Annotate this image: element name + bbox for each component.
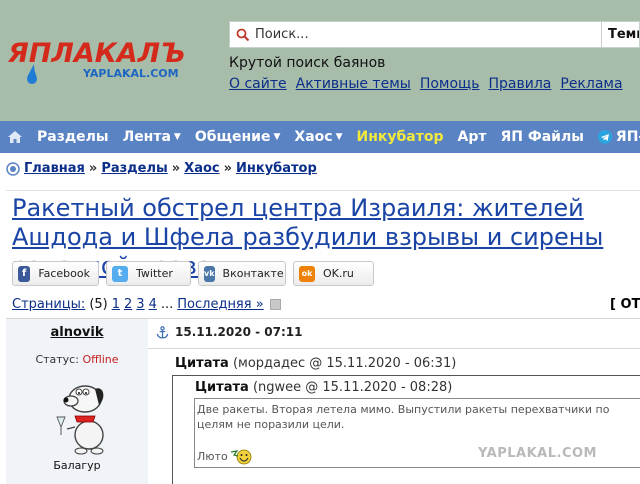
breadcrumb-incubator[interactable]: Инкубатор	[236, 161, 317, 176]
quote-meta: (ngwee @ 15.11.2020 - 08:28)	[252, 380, 453, 395]
quote-label: Цитата	[175, 356, 229, 371]
search-scope-select[interactable]: Темы	[601, 22, 639, 47]
caret-down-icon: ▼	[335, 132, 343, 142]
share-label: Facebook	[38, 267, 90, 280]
breadcrumb-separator: »	[223, 161, 233, 176]
vk-icon: vk	[204, 265, 215, 282]
author-rank: Балагур	[53, 459, 101, 472]
search-box: Темы	[229, 21, 640, 48]
quote-label: Цитата	[195, 380, 249, 395]
twitter-icon: t	[112, 265, 128, 282]
home-icon[interactable]	[7, 121, 23, 153]
author-panel: alnovik Статус: Offline Балагур	[6, 319, 148, 484]
pages-ellipsis: ...	[160, 297, 174, 312]
tagline-link[interactable]: Крутой поиск баянов	[229, 55, 385, 71]
breadcrumb: Главная » Разделы » Хаос » Инкубатор	[6, 161, 317, 176]
post-date: 15.11.2020 - 07:11	[175, 325, 303, 339]
facebook-icon: f	[18, 265, 31, 282]
smiley-icon	[230, 449, 252, 465]
page-link-2[interactable]: 2	[124, 297, 132, 312]
breadcrumb-separator: »	[88, 161, 98, 176]
author-name[interactable]: alnovik	[6, 325, 148, 340]
link-active-topics[interactable]: Активные темы	[296, 76, 411, 92]
pagination: Страницы: (5) 1 2 3 4 ... Последняя »	[12, 297, 281, 312]
breadcrumb-sections[interactable]: Разделы	[101, 161, 167, 176]
breadcrumb-home-icon	[6, 161, 20, 176]
jump-page-icon[interactable]	[269, 299, 281, 310]
header-links: О сайте Активные темы Помощь Правила Рек…	[229, 76, 623, 92]
share-twitter-button[interactable]: t Twitter	[106, 261, 191, 286]
telegram-icon	[597, 130, 612, 144]
odnoklassniki-icon: ok	[299, 265, 315, 282]
nav-label: Инкубатор	[356, 129, 444, 145]
nav-item-art[interactable]: Арт	[458, 129, 487, 145]
share-label: Twitter	[136, 267, 173, 280]
nav-item-feed[interactable]: Лента ▼	[123, 129, 181, 145]
nav-item-files[interactable]: ЯП Файлы	[500, 129, 583, 145]
nav-label: Лента	[122, 129, 171, 145]
search-icon[interactable]	[233, 25, 253, 45]
link-about[interactable]: О сайте	[229, 76, 287, 92]
breadcrumb-separator: »	[171, 161, 181, 176]
site-header: ЯПЛАКАЛЪ YAPLAKAL.COM Темы Крутой поиск …	[0, 0, 640, 121]
status-label: Статус:	[35, 353, 79, 366]
reply-button[interactable]: [ ОТ	[610, 297, 640, 312]
share-label: Вконтакте	[222, 267, 284, 280]
breadcrumb-chaos[interactable]: Хаос	[184, 161, 219, 176]
author-status: Статус: Offline	[6, 353, 148, 366]
anchor-icon[interactable]	[156, 325, 169, 339]
share-label: OK.ru	[323, 267, 354, 280]
quote-signature: Люто	[197, 447, 254, 465]
link-ads[interactable]: Реклама	[560, 76, 622, 92]
share-ok-button[interactable]: ok OK.ru	[293, 261, 374, 286]
quote-text: Две ракеты. Вторая летела мимо. Выпустил…	[197, 403, 610, 431]
quote-outer: Цитата (ngwee @ 15.11.2020 - 08:28) Две …	[172, 375, 640, 484]
nav-item-communication[interactable]: Общение ▼	[195, 129, 281, 145]
nav-label: Арт	[457, 129, 487, 145]
quote-meta: (мордадес @ 15.11.2020 - 06:31)	[232, 356, 457, 371]
nav-label: ЯП-Т	[615, 129, 640, 145]
svg-text:ЯПЛАКАЛЪ: ЯПЛАКАЛЪ	[8, 38, 185, 69]
nav-label: Общение	[194, 129, 271, 145]
quote-outer-header: Цитата (мордадес @ 15.11.2020 - 06:31)	[175, 356, 456, 371]
nav-item-sections[interactable]: Разделы	[37, 129, 109, 145]
main-nav: Разделы Лента ▼ Общение ▼ Хаос ▼ Инкубатор …	[0, 121, 640, 153]
search-input[interactable]	[253, 27, 583, 42]
nav-label: Хаос	[294, 129, 333, 145]
status-value: Offline	[82, 353, 119, 366]
nav-label: ЯП Файлы	[500, 129, 584, 145]
share-facebook-button[interactable]: f Facebook	[12, 261, 99, 286]
page-link-4[interactable]: 4	[149, 297, 157, 312]
link-help[interactable]: Помощь	[420, 76, 480, 92]
site-logo[interactable]: ЯПЛАКАЛЪ YAPLAKAL.COM	[8, 34, 218, 86]
caret-down-icon: ▼	[273, 132, 281, 142]
signature-text: Люто	[197, 449, 228, 463]
caret-down-icon: ▼	[173, 132, 181, 142]
page-link-3[interactable]: 3	[136, 297, 144, 312]
link-rules[interactable]: Правила	[489, 76, 552, 92]
page-last-link[interactable]: Последняя »	[177, 297, 263, 312]
share-buttons: f Facebook t Twitter vk Вконтакте ok OK.…	[12, 261, 374, 286]
quote-inner-header: Цитата (ngwee @ 15.11.2020 - 08:28)	[195, 380, 452, 395]
avatar[interactable]	[47, 375, 117, 457]
watermark: YAPLAKAL.COM	[478, 446, 597, 461]
breadcrumb-home[interactable]: Главная	[24, 161, 85, 176]
share-vk-button[interactable]: vk Вконтакте	[198, 261, 286, 286]
nav-item-telegram[interactable]: ЯП-Т	[597, 129, 640, 145]
svg-text:YAPLAKAL.COM: YAPLAKAL.COM	[82, 67, 179, 80]
page-link-1[interactable]: 1	[112, 297, 120, 312]
nav-item-chaos[interactable]: Хаос ▼	[294, 129, 342, 145]
nav-label: Разделы	[37, 129, 109, 145]
pages-count: (5)	[89, 297, 108, 312]
post-meta: 15.11.2020 - 07:11	[156, 325, 302, 339]
nav-item-incubator[interactable]: Инкубатор	[357, 129, 444, 145]
pages-label[interactable]: Страницы:	[12, 297, 85, 312]
